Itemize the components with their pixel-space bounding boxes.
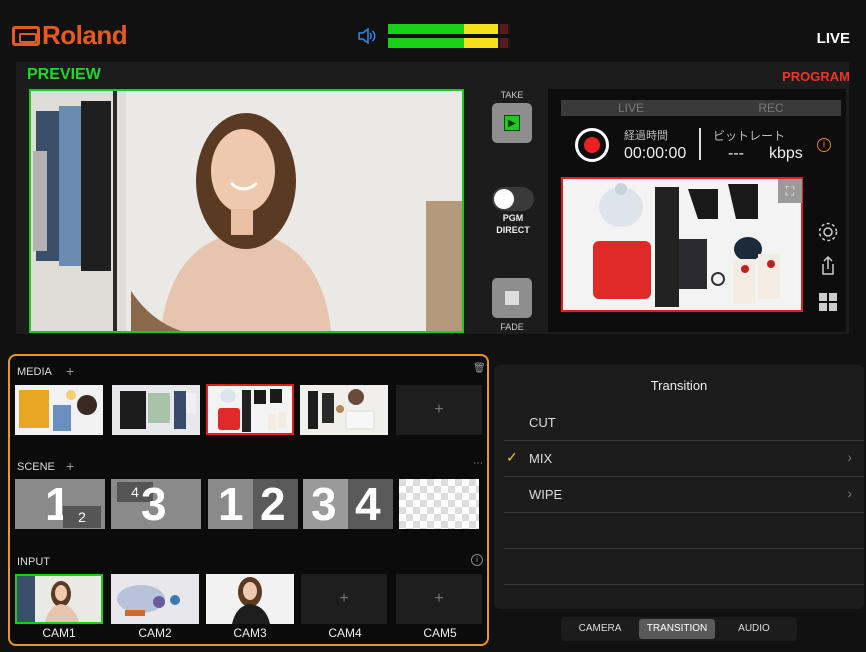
play-icon: ▶ — [504, 115, 520, 131]
scene-thumb-1[interactable]: 1 2 — [15, 479, 105, 529]
audio-meter-left — [388, 24, 510, 34]
chevron-right-icon: › — [847, 449, 852, 465]
preview-label: PREVIEW — [27, 66, 101, 83]
tab-camera[interactable]: CAMERA — [561, 619, 639, 639]
take-button[interactable]: ▶ — [492, 103, 532, 143]
transition-cut[interactable]: CUT — [504, 405, 864, 441]
pgm-direct-label-1: PGM — [502, 213, 524, 223]
cam-label: CAM1 — [42, 626, 76, 640]
transition-mix[interactable]: ✓ MIX › — [504, 441, 864, 477]
take-label: TAKE — [500, 90, 524, 100]
media-thumb-1[interactable] — [15, 385, 103, 435]
transition-item-label: CUT — [529, 415, 556, 430]
input-thumb-cam2[interactable] — [111, 574, 199, 624]
cam-label: CAM3 — [233, 626, 267, 640]
chevron-right-icon: › — [847, 485, 852, 501]
cam-label: CAM2 — [138, 626, 172, 640]
transition-item-label: WIPE — [529, 487, 563, 502]
speaker-icon — [357, 27, 377, 45]
transition-empty-row — [504, 513, 864, 549]
transition-wipe[interactable]: WIPE › — [504, 477, 864, 513]
status-live: LIVE — [617, 101, 644, 115]
bitrate-label: ビットレート — [713, 129, 786, 143]
pgm-direct-toggle[interactable] — [492, 187, 534, 211]
status-rec: REC — [758, 101, 784, 115]
input-thumb-cam1[interactable] — [15, 574, 103, 624]
fade-label: FADE — [500, 322, 524, 332]
input-info-icon[interactable]: i — [471, 554, 483, 566]
media-add-button[interactable]: + — [66, 363, 74, 379]
scene-label: SCENE — [17, 461, 55, 473]
program-label: PROGRAM — [782, 69, 850, 84]
media-thumb-3[interactable] — [206, 384, 294, 435]
share-icon[interactable] — [817, 255, 839, 277]
scene-digit: 4 — [355, 479, 381, 529]
roland-logo: Roland — [12, 20, 140, 50]
transition-title: Transition — [650, 378, 708, 393]
scene-thumb-2[interactable]: 4 3 — [111, 479, 201, 529]
trash-icon[interactable]: 🗑 — [473, 363, 486, 374]
preview-video[interactable] — [29, 89, 464, 333]
bitrate-value: --- — [728, 145, 744, 162]
input-add-cam5[interactable]: + — [396, 574, 482, 624]
scene-thumb-5[interactable] — [399, 479, 479, 529]
bitrate-unit: kbps — [769, 145, 803, 162]
stop-icon — [505, 291, 519, 305]
input-thumb-cam3[interactable] — [206, 574, 294, 624]
scene-digit: 3 — [141, 479, 167, 529]
scene-add-button[interactable]: + — [66, 458, 74, 474]
scene-digit: 2 — [260, 479, 286, 529]
record-button[interactable] — [575, 128, 609, 162]
info-icon[interactable]: i — [817, 138, 831, 152]
media-add-tile[interactable]: + — [396, 385, 482, 435]
transition-empty-row — [504, 549, 864, 585]
cam-label: CAM5 — [423, 626, 457, 640]
bottom-tab-bar: CAMERA TRANSITION AUDIO — [561, 617, 797, 641]
settings-icon[interactable] — [817, 221, 839, 243]
fade-button[interactable] — [492, 278, 532, 318]
elapsed-time-label: 経過時間 — [624, 130, 668, 142]
roland-logo-mark — [12, 26, 40, 46]
cam-label: CAM4 — [328, 626, 362, 640]
audio-meter-right — [388, 38, 510, 48]
scene-digit: 1 — [218, 479, 244, 529]
stream-status-bar: LIVE REC — [561, 100, 841, 116]
check-icon: ✓ — [506, 449, 518, 465]
scene-digit-small: 2 — [63, 506, 101, 528]
brand-name: Roland — [42, 20, 128, 50]
scene-digit: 3 — [311, 479, 337, 529]
scene-thumb-4[interactable]: 3 4 — [303, 479, 393, 529]
divider — [699, 128, 701, 160]
input-add-cam4[interactable]: + — [301, 574, 387, 624]
media-thumb-4[interactable] — [300, 385, 388, 435]
tab-audio[interactable]: AUDIO — [715, 619, 793, 639]
more-icon[interactable]: ⋯ — [473, 458, 483, 469]
program-video[interactable] — [561, 177, 803, 312]
elapsed-time-value: 00:00:00 — [624, 145, 687, 162]
media-thumb-2[interactable] — [112, 385, 200, 435]
pgm-direct-label-2: DIRECT — [496, 225, 530, 235]
expand-icon[interactable]: ⛶ — [778, 179, 802, 203]
transition-item-label: MIX — [529, 451, 553, 466]
grid-icon[interactable] — [817, 291, 839, 313]
scene-thumb-3[interactable]: 1 2 — [208, 479, 298, 529]
tab-transition[interactable]: TRANSITION — [639, 619, 715, 639]
media-label: MEDIA — [17, 366, 52, 378]
live-status-label: LIVE — [816, 30, 850, 47]
input-label: INPUT — [17, 556, 50, 568]
